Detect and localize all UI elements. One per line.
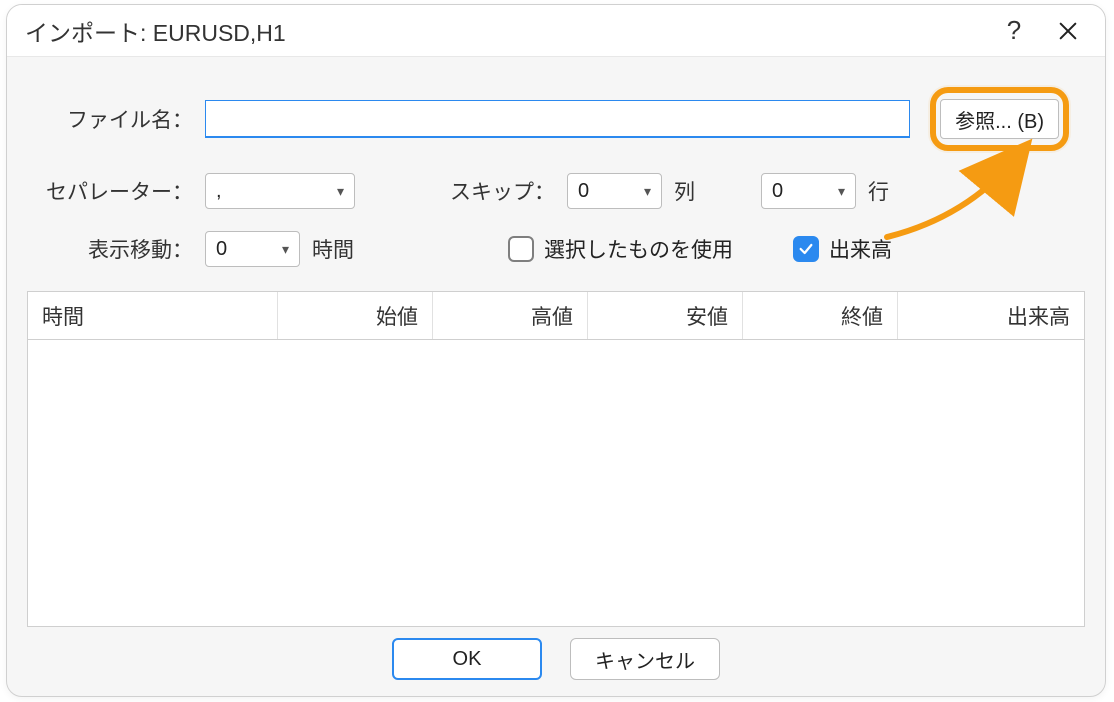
data-table: 時間 始値 高値 安値 終値 出来高 [27,291,1085,627]
volume-checkbox[interactable]: 出来高 [793,234,892,264]
row-shift: 表示移動： 0 ▾ 時間 選択したものを使用 出来高 [43,231,1069,267]
separator-select[interactable]: , ▾ [205,173,355,209]
dialog-title: インポート: EURUSD,H1 [25,14,987,48]
chevron-down-icon: ▾ [838,183,845,200]
ok-button[interactable]: OK [392,638,542,680]
browse-button[interactable]: 参照... (B) [940,99,1059,139]
shift-select[interactable]: 0 ▾ [205,231,300,267]
use-selected-checkbox[interactable]: 選択したものを使用 [508,234,733,264]
dialog-footer: OK キャンセル [7,638,1105,680]
shift-value: 0 [216,238,274,261]
columns-unit: 列 [674,176,695,206]
help-button[interactable]: ? [987,8,1041,54]
rows-unit: 行 [868,176,889,206]
filename-input[interactable] [205,100,910,138]
form-area: ファイル名： 参照... (B) セパレーター： , ▾ スキップ： 0 ▾ 列… [7,57,1105,285]
chevron-down-icon: ▾ [337,183,344,200]
hours-unit: 時間 [312,234,354,264]
filename-label: ファイル名： [43,104,193,134]
row-sep-skip: セパレーター： , ▾ スキップ： 0 ▾ 列 0 ▾ 行 [43,173,1069,209]
cancel-button[interactable]: キャンセル [570,638,720,680]
close-icon [1057,20,1079,42]
chevron-down-icon: ▾ [644,183,651,200]
chevron-down-icon: ▾ [282,241,289,258]
skip-label: スキップ： [445,176,555,206]
skip-rows-select[interactable]: 0 ▾ [761,173,856,209]
titlebar: インポート: EURUSD,H1 ? [7,5,1105,57]
separator-value: , [216,180,329,203]
skip-cols-select[interactable]: 0 ▾ [567,173,662,209]
browse-highlight: 参照... (B) [930,87,1069,151]
col-low[interactable]: 安値 [588,292,743,339]
checkbox-box [793,236,819,262]
checkbox-box [508,236,534,262]
col-time[interactable]: 時間 [28,292,278,339]
col-volume[interactable]: 出来高 [898,292,1084,339]
import-dialog: インポート: EURUSD,H1 ? ファイル名： 参照... (B) セパレー… [6,4,1106,697]
col-high[interactable]: 高値 [433,292,588,339]
col-close[interactable]: 終値 [743,292,898,339]
use-selected-label: 選択したものを使用 [544,234,733,264]
separator-label: セパレーター： [43,176,193,206]
skip-rows-value: 0 [772,180,830,203]
shift-label: 表示移動： [43,234,193,264]
skip-cols-value: 0 [578,180,636,203]
col-open[interactable]: 始値 [278,292,433,339]
close-button[interactable] [1041,8,1095,54]
help-icon: ? [1007,15,1021,46]
volume-label: 出来高 [829,234,892,264]
check-icon [798,241,814,257]
row-filename: ファイル名： 参照... (B) [43,87,1069,151]
table-header-row: 時間 始値 高値 安値 終値 出来高 [28,292,1084,340]
